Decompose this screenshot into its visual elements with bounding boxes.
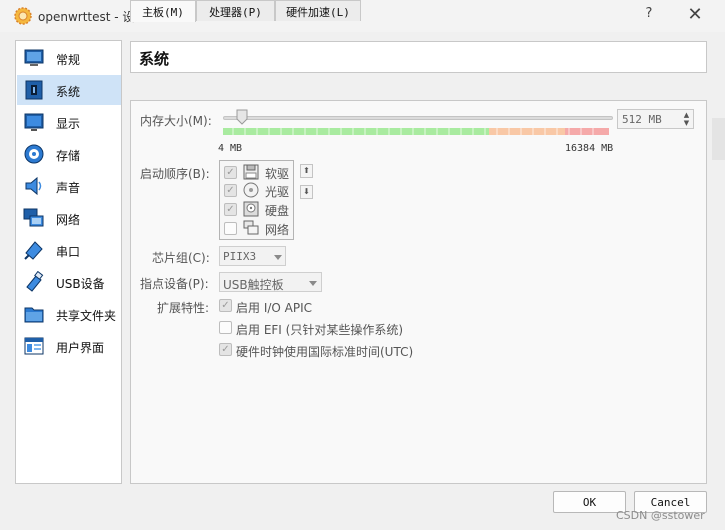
boot-item-label: 网络 [265, 223, 290, 237]
spin-arrows[interactable]: ▲ ▼ [680, 111, 693, 127]
spin-down-icon[interactable]: ▼ [680, 119, 693, 127]
chevron-down-icon [309, 281, 317, 286]
arrow-down-icon: ⬇ [303, 187, 310, 196]
sidebar-item-user-interface[interactable]: 用户界面 [17, 331, 121, 361]
storage-icon [24, 144, 44, 164]
chevron-down-icon [274, 255, 282, 260]
sidebar-item-shared-folders[interactable]: 共享文件夹 [17, 299, 121, 329]
floppy-icon [243, 164, 259, 180]
system-icon [25, 80, 43, 100]
tab-motherboard[interactable]: 主板(M) [130, 0, 196, 22]
boot-item-network[interactable]: 网络 [223, 220, 293, 238]
display-icon [24, 113, 44, 131]
sidebar-item-label: 系统 [56, 85, 81, 99]
optical-disc-icon [243, 182, 259, 198]
network-icon [23, 208, 44, 227]
sidebar-item-label: 串口 [56, 245, 81, 259]
boot-hard-disk-checkbox[interactable]: ✓ [224, 203, 237, 216]
sidebar-item-label: 用户界面 [56, 341, 105, 355]
settings-window: openwrttest - 设置 ? ✕ 常规 系统 显示 存储 声音 网络 串… [0, 0, 725, 530]
boot-item-floppy[interactable]: ✓ 软驱 [223, 164, 293, 182]
memory-max-label: 16384 MB [565, 143, 614, 154]
pointing-device-value: USB触控板 [223, 278, 284, 292]
memory-min-label: 4 MB [218, 143, 243, 154]
sidebar-item-label: 存储 [56, 149, 81, 163]
boot-order-list: ✓ 软驱 ✓ 光驱 ✓ 硬盘 网络 [219, 160, 294, 240]
sidebar-item-audio[interactable]: 声音 [17, 171, 121, 201]
usb-icon [26, 271, 44, 292]
hard-disk-icon [243, 201, 259, 217]
background-window-edge [712, 118, 725, 160]
chipset-value: PIIX3 [223, 250, 257, 263]
chipset-select[interactable]: PIIX3 [219, 246, 286, 266]
watermark: CSDN @sstower [616, 509, 705, 522]
io-apic-checkbox[interactable]: ✓ [219, 299, 232, 312]
help-button[interactable]: ? [640, 6, 658, 26]
boot-item-label: 软驱 [265, 167, 290, 181]
utc-clock-checkbox[interactable]: ✓ [219, 343, 232, 356]
memory-size-spinbox[interactable]: 512 MB ▲ ▼ [617, 109, 694, 129]
network-boot-icon [243, 220, 259, 235]
sidebar-item-label: 显示 [56, 117, 81, 131]
boot-item-label: 硬盘 [265, 204, 290, 218]
user-interface-icon [24, 337, 44, 355]
settings-category-list: 常规 系统 显示 存储 声音 网络 串口 USB设备 共享文件夹 用户界面 [15, 40, 122, 484]
sidebar-item-label: 共享文件夹 [56, 309, 117, 323]
section-header: 系统 [130, 41, 707, 73]
tab-processor[interactable]: 处理器(P) [196, 0, 275, 21]
boot-move-up-button[interactable]: ⬆ [300, 164, 313, 178]
io-apic-label: 启用 I/O APIC [236, 301, 313, 315]
boot-item-optical[interactable]: ✓ 光驱 [223, 182, 293, 200]
chipset-label: 芯片组(C): [152, 251, 210, 265]
sidebar-item-network[interactable]: 网络 [17, 203, 121, 233]
sidebar-item-system[interactable]: 系统 [17, 75, 121, 105]
pointing-device-select[interactable]: USB触控板 [219, 272, 322, 292]
arrow-up-icon: ⬆ [303, 166, 310, 175]
tab-content-panel [130, 100, 707, 484]
sidebar-item-general[interactable]: 常规 [17, 43, 121, 73]
boot-item-label: 光驱 [265, 185, 290, 199]
shared-folder-icon [24, 307, 44, 323]
boot-move-down-button[interactable]: ⬇ [300, 185, 313, 199]
boot-floppy-checkbox[interactable]: ✓ [224, 166, 237, 179]
boot-item-hard-disk[interactable]: ✓ 硬盘 [223, 201, 293, 219]
pointing-device-label: 指点设备(P): [140, 277, 209, 291]
boot-order-label: 启动顺序(B): [140, 167, 210, 181]
sidebar-item-label: USB设备 [56, 277, 105, 291]
efi-checkbox[interactable] [219, 321, 232, 334]
memory-slider-track[interactable] [223, 116, 613, 120]
audio-icon [25, 176, 42, 196]
extended-features-label: 扩展特性: [157, 301, 210, 315]
page-title: 系统 [139, 50, 170, 68]
general-icon [24, 49, 44, 66]
serial-port-icon [24, 241, 43, 260]
sidebar-item-storage[interactable]: 存储 [17, 139, 121, 169]
boot-network-checkbox[interactable] [224, 222, 237, 235]
memory-size-value: 512 MB [622, 113, 662, 126]
efi-label: 启用 EFI (只针对某些操作系统) [236, 323, 404, 337]
boot-optical-checkbox[interactable]: ✓ [224, 184, 237, 197]
close-button[interactable]: ✕ [684, 5, 706, 27]
sidebar-item-label: 常规 [56, 53, 81, 67]
sidebar-item-label: 声音 [56, 181, 81, 195]
tab-acceleration[interactable]: 硬件加速(L) [275, 0, 361, 21]
sidebar-item-serial-port[interactable]: 串口 [17, 235, 121, 265]
sidebar-item-display[interactable]: 显示 [17, 107, 121, 137]
memory-slider-thumb[interactable] [236, 109, 248, 125]
sidebar-item-label: 网络 [56, 213, 81, 227]
sidebar-item-usb[interactable]: USB设备 [17, 267, 121, 297]
utc-clock-label: 硬件时钟使用国际标准时间(UTC) [236, 345, 414, 359]
memory-label: 内存大小(M): [140, 114, 212, 128]
title-bar: openwrttest - 设置 ? ✕ [0, 0, 725, 32]
memory-scale-bar [223, 128, 609, 135]
virtualbox-app-icon [14, 7, 32, 25]
spin-up-icon[interactable]: ▲ [680, 111, 693, 119]
